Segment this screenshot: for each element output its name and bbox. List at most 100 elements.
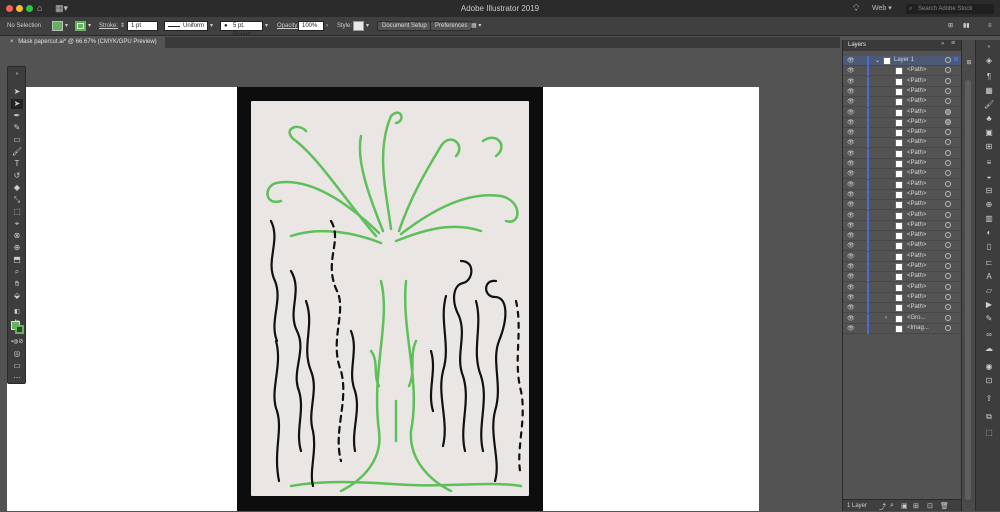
- visibility-eye-icon[interactable]: 👁︎: [847, 294, 855, 301]
- item-name[interactable]: <Path>: [907, 160, 926, 166]
- visibility-eye-icon[interactable]: 👁︎: [847, 57, 855, 64]
- visibility-eye-icon[interactable]: 👁︎: [847, 170, 855, 177]
- layer-item-row[interactable]: 👁︎ <Path>: [843, 148, 961, 159]
- stroke-indicator[interactable]: [15, 325, 24, 334]
- expand-chevron-icon[interactable]: ›: [885, 315, 887, 321]
- item-name[interactable]: <Path>: [907, 67, 926, 73]
- properties-icon[interactable]: ⧉: [984, 412, 994, 422]
- visibility-eye-icon[interactable]: 👁︎: [847, 98, 855, 105]
- character-icon[interactable]: A: [984, 272, 994, 282]
- delete-icon[interactable]: 🗑︎: [940, 502, 949, 510]
- zoom-tool-icon[interactable]: ⌕: [11, 267, 23, 277]
- perspective-tool-icon[interactable]: ⬙: [11, 291, 23, 301]
- rotate-tool-icon[interactable]: ↺: [11, 171, 23, 181]
- visibility-eye-icon[interactable]: 👁︎: [847, 253, 855, 260]
- opacity-arrow-icon[interactable]: ›: [326, 21, 328, 32]
- visibility-eye-icon[interactable]: 👁︎: [847, 201, 855, 208]
- fill-dropdown-icon[interactable]: ▾: [65, 21, 68, 32]
- arrange-icon[interactable]: ⬚: [984, 428, 994, 438]
- color-icon[interactable]: ◒: [984, 172, 994, 182]
- fill-stroke-indicator[interactable]: [11, 321, 24, 334]
- target-circle-icon[interactable]: [945, 242, 951, 249]
- visibility-eye-icon[interactable]: 👁︎: [847, 119, 855, 126]
- layer-name[interactable]: Layer 1: [894, 57, 914, 63]
- target-circle-icon[interactable]: [945, 221, 951, 228]
- layers-panel-icon[interactable]: ◈: [984, 56, 994, 66]
- artwork-image[interactable]: [237, 87, 543, 511]
- layer-item-row[interactable]: 👁︎ <Path>: [843, 262, 961, 272]
- target-circle-icon[interactable]: [945, 77, 951, 84]
- panel-collapse-icon[interactable]: »: [11, 69, 23, 79]
- item-name[interactable]: <Path>: [907, 212, 926, 218]
- panel-menu-icon[interactable]: ≡: [951, 40, 955, 47]
- type-tool-icon[interactable]: T: [11, 159, 23, 169]
- default-colors-icon[interactable]: ◧ ⇆: [11, 307, 23, 325]
- target-circle-icon[interactable]: [945, 273, 951, 280]
- pen-tool-icon[interactable]: ✒: [11, 111, 23, 121]
- hand-tool-icon[interactable]: ✋︎: [11, 279, 23, 289]
- tab-close-icon[interactable]: ×: [10, 39, 14, 45]
- artboards-icon[interactable]: ⊡: [984, 376, 994, 386]
- free-transform-tool-icon[interactable]: ⬚: [11, 207, 23, 217]
- visibility-eye-icon[interactable]: 👁︎: [847, 191, 855, 198]
- glyphs-icon[interactable]: ▱: [984, 286, 994, 296]
- stroke-panel-icon[interactable]: ≡: [984, 158, 994, 168]
- target-circle-icon[interactable]: [945, 180, 951, 187]
- visibility-eye-icon[interactable]: 👁︎: [847, 222, 855, 229]
- item-name[interactable]: <Path>: [907, 88, 926, 94]
- lightbulb-icon[interactable]: 💡︎: [853, 3, 859, 14]
- layer-item-row[interactable]: 👁︎ <Path>: [843, 159, 961, 169]
- scale-tool-icon[interactable]: ⤡: [11, 195, 23, 205]
- stroke-weight-field[interactable]: 1 pt: [127, 21, 158, 31]
- cc-libraries-icon[interactable]: ☁︎: [984, 344, 994, 354]
- item-name[interactable]: <Path>: [907, 294, 926, 300]
- item-name[interactable]: <Path>: [907, 253, 926, 259]
- layer-item-row[interactable]: 👁︎ <Path>: [843, 97, 961, 108]
- eyedropper-tool-icon[interactable]: ⌖: [11, 219, 23, 229]
- actions-icon[interactable]: ▶: [984, 300, 994, 310]
- layer-item-row[interactable]: 👁︎ <Path>: [843, 179, 961, 190]
- item-name[interactable]: <Path>: [907, 181, 926, 187]
- layer-item-row[interactable]: 👁︎ <Path>: [843, 138, 961, 149]
- visibility-eye-icon[interactable]: 👁︎: [847, 67, 855, 74]
- document-setup-button[interactable]: Document Setup: [377, 21, 432, 31]
- layer-item-row[interactable]: 👁︎ <Path>: [843, 241, 961, 252]
- visibility-eye-icon[interactable]: 👁︎: [847, 109, 855, 116]
- item-name[interactable]: <Path>: [907, 222, 926, 228]
- graphic-style-swatch[interactable]: [353, 21, 364, 31]
- layer-item-row[interactable]: 👁︎ <Path>: [843, 272, 961, 283]
- fill-swatch[interactable]: [52, 21, 63, 31]
- direct-selection-tool-icon[interactable]: ➤: [11, 99, 23, 109]
- drawing-modes-icon[interactable]: ◎: [11, 349, 23, 359]
- item-name[interactable]: <Path>: [907, 284, 926, 290]
- control-bar-menu-icon[interactable]: ≡: [988, 21, 992, 32]
- layer-item-row[interactable]: 👁︎ <Path>: [843, 200, 961, 211]
- target-circle-icon[interactable]: [945, 149, 951, 156]
- transparency-icon[interactable]: ◐: [984, 228, 994, 238]
- target-circle-icon[interactable]: [945, 324, 951, 331]
- visibility-eye-icon[interactable]: 👁︎: [847, 284, 855, 291]
- layer-item-row[interactable]: 👁︎ <Path>: [843, 86, 961, 97]
- rectangle-tool-icon[interactable]: ▭: [11, 135, 23, 145]
- target-circle-icon[interactable]: [945, 87, 951, 94]
- target-circle-icon[interactable]: [945, 314, 951, 321]
- visibility-eye-icon[interactable]: 👁︎: [847, 88, 855, 95]
- layer-item-row[interactable]: 👁︎ <Path>: [843, 303, 961, 314]
- layer-item-row[interactable]: 👁︎ <Path>: [843, 128, 961, 139]
- layer-item-row[interactable]: 👁︎ <Path>: [843, 169, 961, 180]
- item-name[interactable]: <Path>: [907, 304, 926, 310]
- artboard-tool-icon[interactable]: ⬒: [11, 255, 23, 265]
- links-icon[interactable]: ∞: [984, 330, 994, 340]
- image-trace-icon[interactable]: ▣: [984, 128, 994, 138]
- visibility-eye-icon[interactable]: 👁︎: [847, 212, 855, 219]
- layer-item-row[interactable]: 👁︎ <Path>: [843, 107, 961, 118]
- selection-indicator-icon[interactable]: [954, 57, 958, 61]
- target-circle-icon[interactable]: [945, 98, 951, 105]
- paragraph-icon[interactable]: ¶: [984, 72, 994, 82]
- color-mode-icons[interactable]: ▪◍⊘: [11, 337, 23, 347]
- item-name[interactable]: <Path>: [907, 98, 926, 104]
- layer-item-row[interactable]: 👁︎ <Imag...: [843, 323, 961, 334]
- target-circle-icon[interactable]: [945, 211, 951, 218]
- align-icon[interactable]: ⊟: [984, 186, 994, 196]
- brush-definition[interactable]: ● 5 pt. Round: [220, 21, 263, 38]
